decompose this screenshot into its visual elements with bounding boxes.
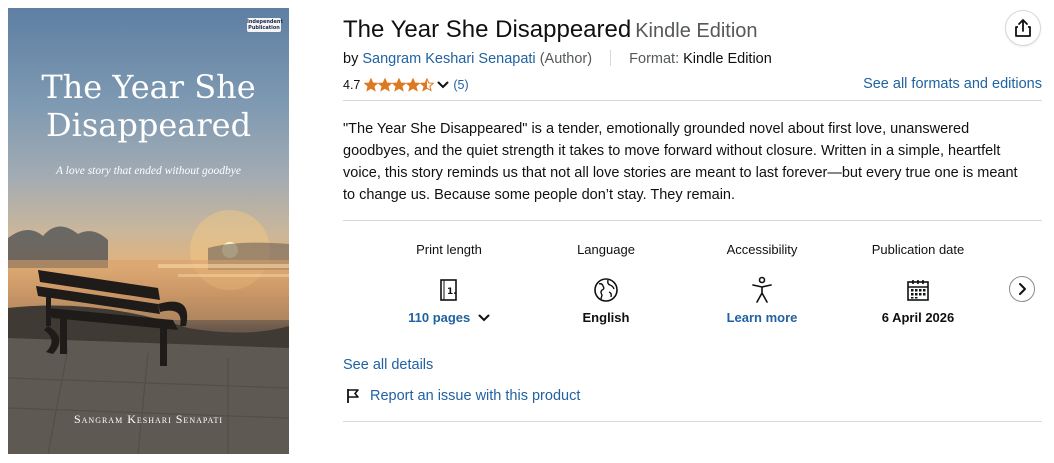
report-issue-label: Report an issue with this product: [370, 388, 581, 404]
report-issue-link[interactable]: Report an issue with this product: [343, 388, 580, 404]
byline-prefix: by: [343, 51, 359, 67]
detail-label: Print length: [416, 242, 482, 257]
detail-value: 110 pages: [408, 310, 471, 325]
cover-title-line1: The Year She: [41, 68, 256, 106]
chevron-down-icon: [478, 314, 490, 322]
star-rating[interactable]: [364, 78, 435, 92]
share-icon: [1015, 19, 1031, 37]
product-description: "The Year She Disappeared" is a tender, …: [343, 121, 1018, 203]
flag-icon: [347, 389, 359, 403]
rating-count-link[interactable]: (5): [453, 78, 468, 92]
star-icon: [392, 78, 407, 92]
detail-label: Publication date: [871, 242, 965, 257]
see-all-details-link[interactable]: See all details: [343, 357, 433, 373]
calendar-icon: [907, 280, 929, 301]
rating-row: 4.7 (5): [343, 78, 469, 92]
product-title: The Year She Disappeared: [343, 16, 632, 43]
product-details-carousel: Print length 1. 110 pages Language Engli…: [343, 230, 1042, 350]
carousel-next-button[interactable]: [1009, 276, 1035, 302]
detail-value: 6 April 2026: [881, 310, 955, 325]
cover-author: Sangram Keshari Senapati: [73, 412, 224, 426]
detail-publication-date: Publication date 6 April 2026: [848, 242, 988, 325]
detail-label: Language: [577, 242, 635, 257]
divider: [343, 100, 1042, 101]
product-edition: Kindle Edition: [635, 20, 758, 42]
title-row: The Year She Disappeared Kindle Edition: [343, 14, 758, 46]
author-role: (Author): [539, 51, 593, 67]
share-button[interactable]: [1005, 10, 1041, 46]
byline-divider: [610, 50, 612, 66]
detail-accessibility: Accessibility Learn more: [692, 242, 832, 325]
chevron-down-icon[interactable]: [437, 81, 449, 89]
detail-language: Language English: [536, 242, 676, 325]
star-icon: [364, 78, 379, 92]
accessibility-person-icon: [752, 276, 772, 303]
divider: [343, 421, 1042, 422]
byline: by Sangram Keshari Senapati (Author) For…: [343, 50, 772, 67]
book-pages-icon: 1.: [440, 279, 457, 301]
accessibility-learn-more-link[interactable]: Learn more: [692, 310, 832, 325]
star-icon: [420, 78, 435, 92]
divider: [343, 220, 1042, 221]
rating-score: 4.7: [343, 78, 361, 92]
detail-label: Accessibility: [726, 242, 798, 257]
author-link[interactable]: Sangram Keshari Senapati: [362, 51, 535, 67]
book-cover-image[interactable]: Independent Publication The Year She Dis…: [8, 8, 289, 454]
see-all-formats-link[interactable]: See all formats and editions: [863, 76, 1042, 92]
format-value: Kindle Edition: [683, 51, 772, 67]
star-icon: [378, 78, 393, 92]
star-icon: [406, 78, 421, 92]
print-length-dropdown[interactable]: 110 pages: [379, 310, 519, 325]
globe-icon: [594, 278, 618, 302]
cover-title-line2: Disappeared: [45, 106, 252, 144]
cover-title: The Year She Disappeared: [8, 68, 289, 144]
cover-tagline: A love story that ended without goodbye: [55, 165, 242, 177]
detail-print-length: Print length 1. 110 pages: [379, 242, 519, 325]
detail-value: English: [582, 310, 630, 325]
publisher-badge: Independent Publication: [247, 18, 283, 32]
format-label: Format:: [629, 51, 680, 67]
chevron-right-icon: [1019, 283, 1026, 295]
svg-text:1.: 1.: [447, 287, 457, 297]
